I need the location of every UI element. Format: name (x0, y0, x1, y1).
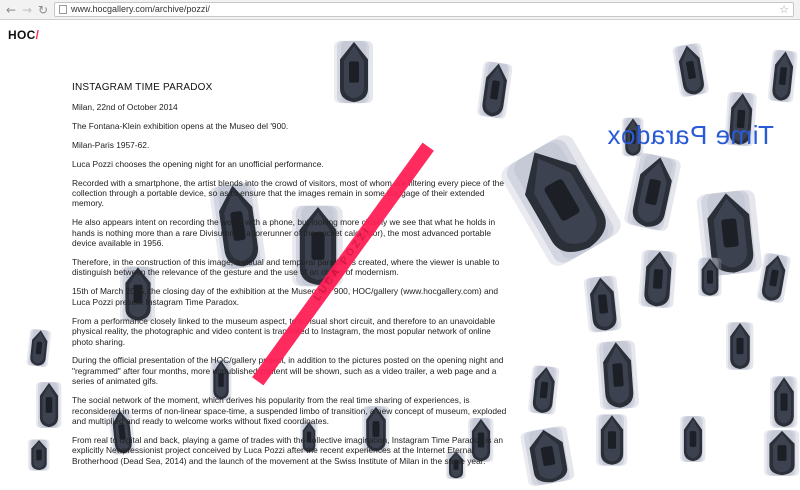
phone-icon (519, 422, 577, 489)
phone-icon (770, 374, 798, 430)
phone-icon (726, 320, 754, 372)
phone-icon (26, 327, 52, 369)
phone-icon (622, 148, 684, 236)
article-paragraph: From real to digital and back, playing a… (72, 434, 504, 466)
forward-arrow-icon[interactable]: → (20, 3, 34, 17)
article-paragraph: He also appears intent on recording the … (72, 217, 496, 249)
url-text[interactable]: www.hocgallery.com/archive/pozzi/ (71, 3, 210, 16)
article: INSTAGRAM TIME PARADOX Milan, 22nd of Oc… (72, 82, 512, 475)
phone-icon (638, 247, 678, 311)
article-paragraph: Milan-Paris 1957-62. (72, 139, 150, 150)
site-logo[interactable]: HOC/ (8, 28, 39, 42)
article-paragraph: The Fontana-Klein exhibition opens at th… (72, 120, 289, 131)
phone-icon (767, 47, 799, 105)
phone-icon (28, 438, 50, 472)
article-title: INSTAGRAM TIME PARADOX (72, 82, 213, 93)
phone-icon (695, 185, 764, 281)
back-arrow-icon[interactable]: ← (4, 3, 18, 17)
phone-icon (527, 363, 560, 418)
article-paragraph: The social network of the moment, which … (72, 395, 507, 426)
bookmark-star-icon[interactable]: ☆ (779, 3, 789, 16)
article-paragraph: Recorded with a smartphone, the artist b… (72, 177, 504, 209)
phone-icon (764, 428, 800, 478)
phone-icon (583, 272, 623, 335)
article-paragraph: During the official presentation of the … (72, 355, 504, 387)
mirrored-title[interactable]: Time Paradox (607, 120, 774, 151)
address-bar[interactable]: www.hocgallery.com/archive/pozzi/ ☆ (54, 2, 794, 17)
phone-icon (756, 250, 793, 306)
phone-icon (596, 412, 628, 468)
article-paragraph: Luca Pozzi chooses the opening night for… (72, 158, 324, 169)
article-paragraph: Milan, 22nd of October 2014 (72, 102, 178, 112)
phone-icon (36, 380, 62, 430)
phone-icon (595, 337, 640, 414)
logo-text: HOC (8, 28, 36, 42)
phone-icon (671, 40, 710, 100)
browser-toolbar: ← → ↻ www.hocgallery.com/archive/pozzi/ … (0, 0, 800, 20)
article-paragraph: 15th of March 2015, the closing day of t… (72, 286, 499, 307)
article-paragraph: Therefore, in the construction of this i… (72, 257, 500, 278)
reload-icon[interactable]: ↻ (36, 3, 50, 17)
phone-icon (698, 256, 722, 298)
logo-slash: / (35, 28, 40, 42)
page-icon (59, 5, 67, 14)
phone-icon (680, 414, 706, 464)
